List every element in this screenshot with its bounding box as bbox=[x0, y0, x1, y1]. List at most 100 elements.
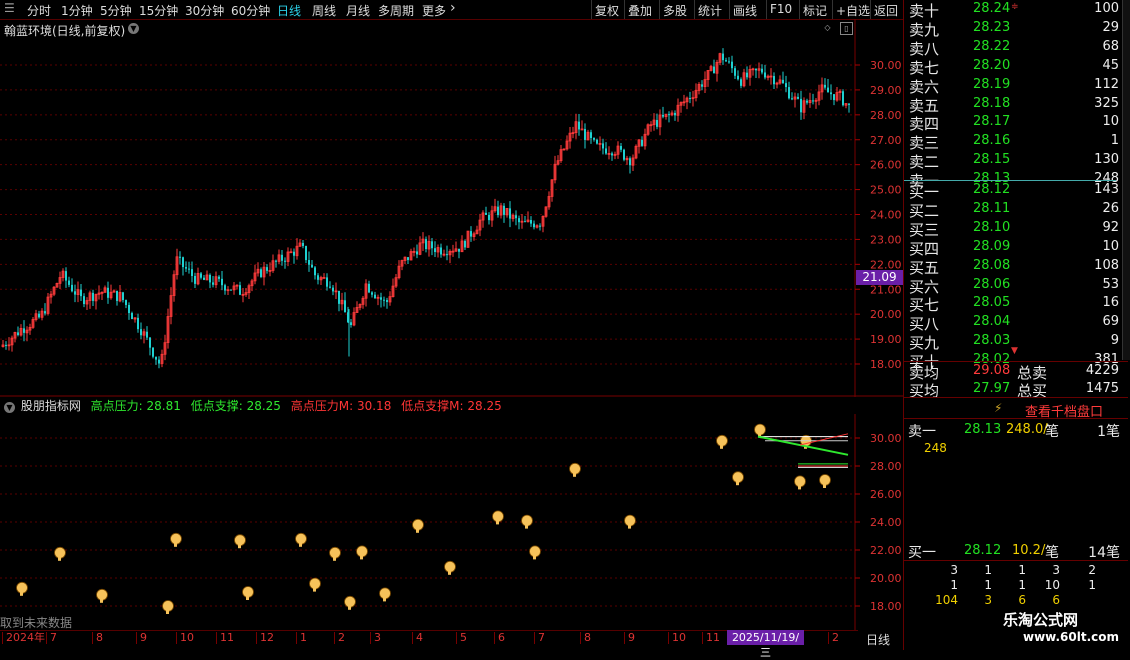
ask-row[interactable]: 卖五 28.18 325 bbox=[907, 95, 1119, 115]
level-volume: 325 bbox=[1094, 95, 1119, 111]
period-tab[interactable]: 分时 bbox=[27, 2, 51, 19]
x-tick-label: 7 bbox=[534, 632, 545, 644]
candle-body bbox=[185, 267, 187, 269]
indicator-label-low-m: 低点支撑M: 28.25 bbox=[401, 399, 502, 413]
ask-row[interactable]: 卖三 28.16 1 bbox=[907, 132, 1119, 152]
level-label: 买八 bbox=[909, 315, 940, 334]
ask-row[interactable]: 卖二 28.15 130 bbox=[907, 151, 1119, 171]
level-price: 28.22 bbox=[973, 38, 1011, 54]
candle-body bbox=[266, 267, 268, 271]
bid-row[interactable]: 买二 28.11 26 bbox=[907, 200, 1119, 220]
candlestick-chart[interactable]: 30.00 29.00 28.00 27.00 26.00 25.00 24.00 23.00… bbox=[0, 19, 903, 397]
candle-body bbox=[701, 84, 703, 87]
detail-amount: 248.0/ bbox=[1006, 422, 1048, 437]
menu-icon[interactable]: ☰ bbox=[4, 1, 15, 15]
ask-row[interactable]: 卖四 28.17 10 bbox=[907, 113, 1119, 133]
indicator-toggle-icon[interactable]: ▼ bbox=[4, 402, 15, 413]
candle-body bbox=[65, 271, 67, 281]
bid-row[interactable]: 买八 28.04 69 bbox=[907, 313, 1119, 334]
chevron-down-icon[interactable]: ▼ bbox=[128, 23, 139, 34]
side-panel-edge[interactable] bbox=[1122, 0, 1130, 360]
toolbar-action[interactable]: +自选 bbox=[836, 2, 870, 19]
y-tick-label: 20.00 bbox=[870, 308, 902, 321]
ask-row[interactable]: 卖七 28.20 45 bbox=[907, 57, 1119, 77]
toolbar-action[interactable]: 标记 bbox=[803, 2, 827, 19]
period-tab[interactable]: 多周期 bbox=[378, 2, 414, 19]
level-label: 买二 bbox=[909, 201, 940, 220]
indicator-chart[interactable]: 30.00 28.00 26.00 24.00 22.00 20.00 18.00 bbox=[0, 414, 903, 630]
level-volume: 29 bbox=[1102, 19, 1119, 35]
period-label: 日线 bbox=[866, 633, 891, 647]
period-tab[interactable]: 更多 bbox=[422, 2, 446, 19]
period-tab[interactable]: 1分钟 bbox=[61, 2, 93, 19]
candle-body bbox=[509, 208, 511, 219]
candle-body bbox=[338, 290, 340, 304]
bid-row[interactable]: 买六 28.06 53 bbox=[907, 276, 1119, 296]
bid-row[interactable]: 买三 28.10 92 bbox=[907, 219, 1119, 239]
period-tab[interactable]: 日线 bbox=[277, 2, 301, 19]
toolbar-action[interactable]: 画线 bbox=[733, 2, 757, 19]
candle-body bbox=[188, 268, 190, 270]
candle-body bbox=[485, 212, 487, 215]
indicator-name[interactable]: 股朋指标网 bbox=[21, 399, 81, 413]
ask-row[interactable]: 卖九 28.23 29 bbox=[907, 19, 1119, 39]
avg-sell-row: 卖均 29.08 总卖 4229 bbox=[907, 362, 1119, 382]
high-point-marker bbox=[329, 546, 341, 561]
candle-body bbox=[155, 356, 157, 360]
period-tab[interactable]: 15分钟 bbox=[139, 2, 178, 19]
order-book: 卖十 28.24 100 卖九 28.23 29 卖八 28.22 68 卖七 28.20 45 卖六 2… bbox=[903, 0, 1130, 650]
level-volume: 100 bbox=[1094, 1, 1119, 16]
candle-body bbox=[689, 98, 691, 100]
candle-body bbox=[764, 72, 766, 78]
bid-row[interactable]: 买一 28.12 143 bbox=[907, 181, 1119, 201]
window-icon[interactable]: ▯ bbox=[840, 22, 853, 35]
logo-title: 乐淘公式网 bbox=[1003, 611, 1079, 629]
bid-row[interactable]: 买五 28.08 108 bbox=[907, 257, 1119, 277]
period-tab[interactable]: 周线 bbox=[312, 2, 336, 19]
total-volume: 1475 bbox=[1085, 381, 1119, 396]
total-volume: 4229 bbox=[1085, 363, 1119, 378]
ask-row[interactable]: 卖六 28.19 112 bbox=[907, 76, 1119, 96]
level-price: 28.03 bbox=[973, 333, 1011, 349]
candle-body bbox=[674, 112, 676, 116]
period-tab[interactable]: 60分钟 bbox=[231, 2, 270, 19]
toolbar-action[interactable]: F10 bbox=[770, 2, 792, 16]
bid-row[interactable]: 买四 28.09 10 bbox=[907, 238, 1119, 258]
toolbar-action[interactable]: 复权 bbox=[595, 2, 619, 19]
toolbar-action[interactable]: 返回 bbox=[874, 2, 898, 19]
bid-row[interactable]: 买七 28.05 16 bbox=[907, 294, 1119, 314]
chevron-right-icon[interactable]: › bbox=[450, 0, 456, 16]
toolbar-action[interactable]: 叠加 bbox=[628, 2, 652, 19]
candle-body bbox=[116, 290, 118, 301]
candle-body bbox=[329, 286, 331, 288]
candle-body bbox=[5, 344, 7, 346]
level-label: 买六 bbox=[909, 277, 940, 296]
candle-body bbox=[596, 139, 598, 144]
ask-row[interactable]: 卖八 28.22 68 bbox=[907, 38, 1119, 58]
period-tab[interactable]: 月线 bbox=[346, 2, 370, 19]
candle-body bbox=[746, 72, 748, 78]
toolbar-action[interactable]: 统计 bbox=[698, 2, 722, 19]
y-tick-label: 24.00 bbox=[870, 516, 902, 529]
low-point-marker bbox=[162, 600, 174, 614]
y-tick-label: 18.00 bbox=[870, 600, 902, 613]
candle-body bbox=[125, 300, 127, 305]
diamond-icon[interactable]: ◇ bbox=[822, 22, 833, 33]
toolbar-separator bbox=[659, 0, 660, 19]
y-tick-label: 23.00 bbox=[870, 233, 902, 246]
level-volume: 143 bbox=[1094, 182, 1119, 197]
toolbar-separator bbox=[729, 0, 730, 19]
candle-body bbox=[827, 87, 829, 93]
queue-cell: 1 bbox=[984, 578, 992, 592]
queue-cell: 3 bbox=[950, 563, 958, 577]
level-volume: 92 bbox=[1102, 219, 1119, 235]
level-price: 28.17 bbox=[973, 114, 1011, 130]
candle-body bbox=[611, 153, 613, 156]
y-tick-label: 27.00 bbox=[870, 134, 902, 147]
level-volume: 69 bbox=[1102, 314, 1119, 330]
detail-price: 28.12 bbox=[964, 543, 1002, 558]
level-price: 28.09 bbox=[973, 238, 1011, 254]
period-tab[interactable]: 30分钟 bbox=[185, 2, 224, 19]
toolbar-action[interactable]: 多股 bbox=[663, 2, 687, 19]
period-tab[interactable]: 5分钟 bbox=[100, 2, 132, 19]
